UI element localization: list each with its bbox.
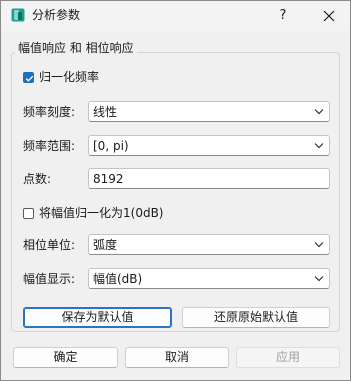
magnitude-display-label: 幅值显示: [23, 272, 76, 286]
close-button[interactable] [317, 5, 341, 27]
freq-range-combobox[interactable]: [0, pi) [88, 135, 330, 156]
normalize-magnitude-checkbox[interactable]: 将幅值归一化为1(0dB) [23, 205, 163, 221]
points-value: 8192 [93, 172, 124, 186]
normalize-frequency-checkbox[interactable]: 归一化频率 [23, 69, 99, 85]
phase-unit-combobox[interactable]: 弧度 [88, 234, 330, 255]
help-button[interactable]: ? [271, 5, 295, 27]
freq-scale-combobox[interactable]: 线性 [88, 101, 330, 122]
chevron-down-icon [314, 143, 324, 149]
freq-range-value: [0, pi) [93, 139, 129, 153]
window-title: 分析参数 [32, 8, 81, 22]
freq-scale-label: 频率刻度: [23, 105, 76, 119]
phase-unit-value: 弧度 [93, 238, 118, 252]
normalize-frequency-label: 归一化频率 [39, 70, 100, 84]
app-icon [11, 8, 25, 22]
points-label: 点数: [23, 172, 52, 186]
close-icon [323, 10, 335, 22]
ok-button[interactable]: 确定 [13, 347, 118, 368]
chevron-down-icon [314, 109, 324, 115]
analysis-params-dialog: 分析参数 ? 幅值响应 和 相位响应 归一化频率 频率刻度: 线性 频率范围: … [0, 0, 351, 381]
restore-defaults-button[interactable]: 还原原始默认值 [182, 307, 330, 328]
freq-scale-value: 线性 [93, 105, 118, 119]
points-input[interactable]: 8192 [88, 168, 330, 189]
freq-range-label: 频率范围: [23, 139, 76, 153]
normalize-magnitude-label: 将幅值归一化为1(0dB) [39, 206, 164, 220]
chevron-down-icon [314, 242, 324, 248]
cancel-button[interactable]: 取消 [125, 347, 229, 368]
chevron-down-icon [314, 276, 324, 282]
magnitude-display-combobox[interactable]: 幅值(dB) [88, 268, 330, 289]
checkbox-unchecked-icon[interactable] [23, 207, 34, 219]
response-group-box [11, 52, 340, 332]
group-title: 幅值响应 和 相位响应 [15, 41, 137, 55]
phase-unit-label: 相位单位: [23, 238, 76, 252]
checkbox-checked-icon[interactable] [23, 71, 34, 83]
save-as-default-button[interactable]: 保存为默认值 [23, 307, 172, 328]
apply-button: 应用 [236, 347, 340, 368]
title-bar[interactable]: 分析参数 ? [1, 1, 350, 31]
magnitude-display-value: 幅值(dB) [93, 272, 143, 286]
